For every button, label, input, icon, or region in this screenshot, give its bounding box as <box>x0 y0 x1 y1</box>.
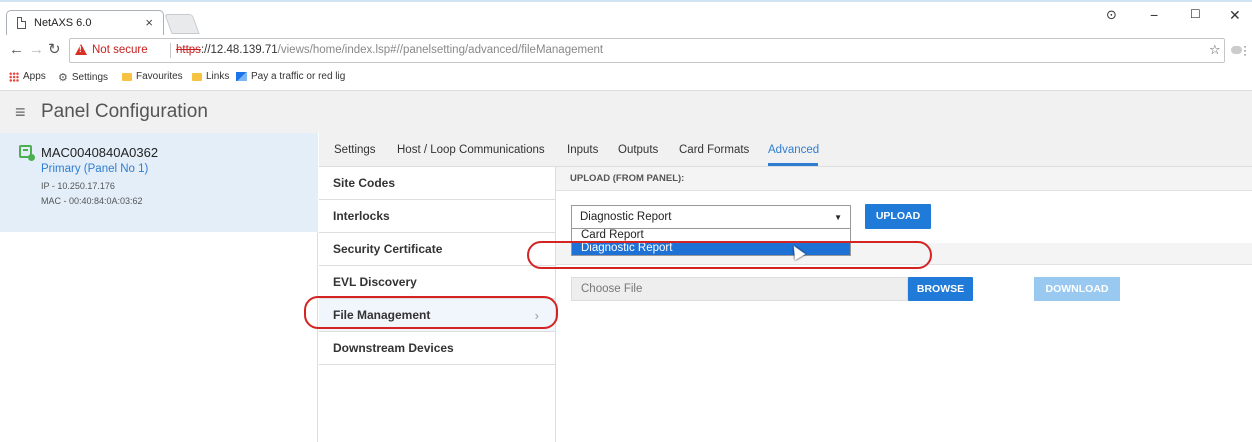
panel-device-icon <box>19 145 35 161</box>
chevron-right-icon: › <box>534 308 539 323</box>
choose-file-field[interactable]: Choose File <box>571 277 908 301</box>
bookmark-pay-traffic[interactable]: Pay a traffic or red lig <box>236 71 345 82</box>
browser-toolbar: ← → ↻ Not secure https://12.48.139.71/vi… <box>0 35 1252 65</box>
panel-primary: Primary (Panel No 1) <box>41 163 149 175</box>
tab-card-formats[interactable]: Card Formats <box>679 144 749 156</box>
upload-section-heading: UPLOAD (FROM PANEL): <box>556 167 1252 191</box>
dropdown-option-diagnostic-report[interactable]: Diagnostic Report <box>572 242 850 255</box>
url-host: ://12.48.139.71 <box>200 44 278 56</box>
maximize-button[interactable]: ☐ <box>1190 7 1201 21</box>
browser-menu-icon[interactable]: · · · <box>1243 40 1247 60</box>
menu-item-interlocks[interactable]: Interlocks <box>319 200 555 233</box>
menu-item-site-codes[interactable]: Site Codes <box>319 167 555 200</box>
upload-button[interactable]: UPLOAD <box>865 204 931 229</box>
not-secure-label: Not secure <box>92 44 148 56</box>
close-window-button[interactable]: ✕ <box>1229 7 1241 24</box>
menu-item-file-management[interactable]: File Management › <box>319 299 555 332</box>
tab-settings[interactable]: Settings <box>334 144 376 156</box>
back-icon[interactable]: ← <box>9 41 24 58</box>
bookmark-links[interactable]: Links <box>192 71 229 82</box>
apps-grid-icon <box>9 71 19 82</box>
url-text: https://12.48.139.71/views/home/index.ls… <box>176 39 603 62</box>
menu-item-security-certificate[interactable]: Security Certificate <box>319 233 555 266</box>
panel-ip: IP - 10.250.17.176 <box>41 181 115 191</box>
browser-tab-title: NetAXS 6.0 <box>34 17 92 29</box>
browse-button[interactable]: BROWSE <box>908 277 973 301</box>
window-controls: ⊙ − ☐ ✕ <box>1102 2 1252 32</box>
browser-tab-strip: NetAXS 6.0 × ⊙ − ☐ ✕ <box>0 2 1252 36</box>
url-scheme: https <box>176 44 201 56</box>
flag-icon <box>236 72 247 81</box>
forward-icon[interactable]: → <box>29 41 44 58</box>
tab-host-loop-communications[interactable]: Host / Loop Communications <box>397 144 545 156</box>
new-tab-button[interactable] <box>164 14 200 34</box>
gear-icon: ⚙ <box>58 72 68 84</box>
tab-outputs[interactable]: Outputs <box>618 144 658 156</box>
close-tab-icon[interactable]: × <box>145 15 153 30</box>
panel-mac: MAC - 00:40:84:0A:03:62 <box>41 196 143 206</box>
report-select[interactable]: Diagnostic Report ▼ <box>571 205 851 230</box>
browser-tab[interactable]: NetAXS 6.0 × <box>6 10 164 36</box>
config-tabs: Settings Host / Loop Communications Inpu… <box>319 133 1252 167</box>
bookmark-favourites[interactable]: Favourites <box>122 71 183 82</box>
panel-list: MAC0040840A0362 Primary (Panel No 1) IP … <box>0 133 318 442</box>
bookmark-apps[interactable]: Apps <box>9 71 46 82</box>
menu-item-evl-discovery[interactable]: EVL Discovery <box>319 266 555 299</box>
report-select-value: Diagnostic Report <box>580 211 672 223</box>
dropdown-option-card-report[interactable]: Card Report <box>572 229 850 242</box>
report-dropdown-list: Card Report Diagnostic Report <box>571 228 851 256</box>
reload-icon[interactable]: ↻ <box>48 40 61 58</box>
page-title: Panel Configuration <box>41 101 208 122</box>
warning-icon <box>75 44 87 55</box>
advanced-menu: Site Codes Interlocks Security Certifica… <box>319 167 556 442</box>
tab-inputs[interactable]: Inputs <box>567 144 598 156</box>
tab-advanced[interactable]: Advanced <box>768 144 819 156</box>
active-tab-indicator <box>768 163 818 166</box>
bookmarks-bar: Apps ⚙ Settings Favourites Links Pay a tr… <box>0 65 1252 91</box>
hamburger-menu-icon[interactable]: ≡ <box>15 102 26 123</box>
address-bar[interactable]: Not secure https://12.48.139.71/views/ho… <box>69 38 1225 63</box>
profile-icon[interactable]: ⊙ <box>1106 7 1117 23</box>
panel-name: MAC0040840A0362 <box>41 145 159 160</box>
folder-icon <box>192 72 202 81</box>
bookmark-settings[interactable]: ⚙ Settings <box>58 71 108 84</box>
url-path: /views/home/index.lsp#//panelsetting/adv… <box>277 44 604 56</box>
dropdown-arrow-icon: ▼ <box>834 213 842 222</box>
download-button[interactable]: DOWNLOAD <box>1034 277 1120 301</box>
app-header: ≡ Panel Configuration <box>0 91 1252 133</box>
menu-item-downstream-devices[interactable]: Downstream Devices <box>319 332 555 365</box>
page-icon <box>17 17 26 29</box>
address-separator <box>170 43 171 58</box>
folder-icon <box>122 72 132 81</box>
minimize-button[interactable]: − <box>1150 7 1158 23</box>
extension-icon[interactable] <box>1231 46 1242 54</box>
panel-card[interactable]: MAC0040840A0362 Primary (Panel No 1) IP … <box>0 133 318 232</box>
file-management-content: UPLOAD (FROM PANEL): Diagnostic Report ▼… <box>556 167 1252 442</box>
bookmark-star-icon[interactable]: ☆ <box>1209 42 1221 58</box>
